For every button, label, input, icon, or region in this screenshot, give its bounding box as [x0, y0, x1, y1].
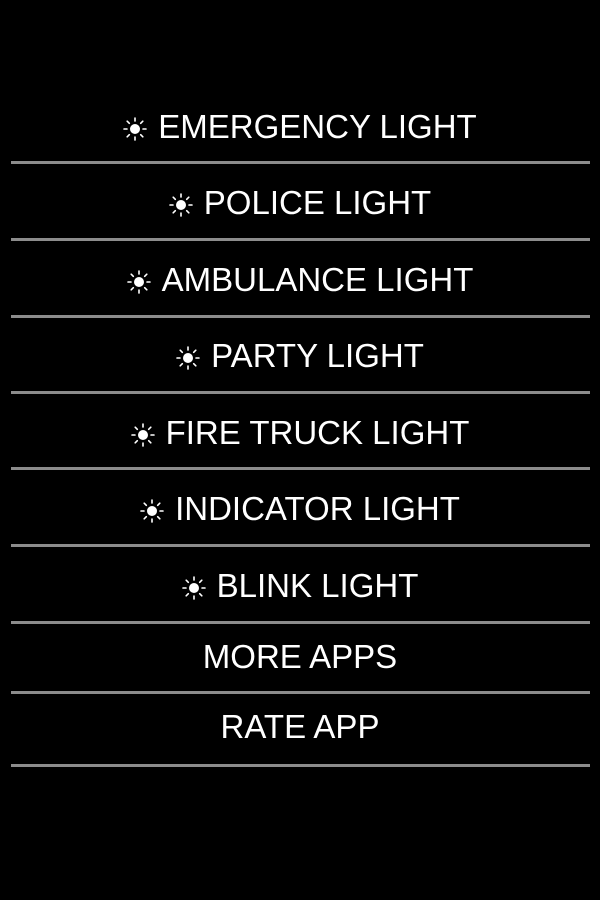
light-bulb-icon — [176, 346, 200, 370]
menu-item-label: INDICATOR LIGHT — [175, 490, 460, 527]
divider — [11, 467, 590, 470]
menu-item-fire-truck-light[interactable]: FIRE TRUCK LIGHT — [0, 408, 600, 458]
menu-item-emergency-light[interactable]: EMERGENCY LIGHT — [0, 102, 600, 152]
menu-item-blink-light[interactable]: BLINK LIGHT — [0, 561, 600, 611]
divider — [11, 315, 590, 318]
divider — [11, 544, 590, 547]
menu-item-party-light[interactable]: PARTY LIGHT — [0, 331, 600, 381]
light-bulb-icon — [168, 193, 193, 217]
menu-item-more-apps[interactable]: MORE APPS — [0, 632, 600, 682]
menu-item-ambulance-light[interactable]: AMBULANCE LIGHT — [0, 255, 600, 305]
light-bulb-icon — [181, 576, 206, 600]
menu-item-label: PARTY LIGHT — [211, 337, 424, 374]
menu-item-police-light[interactable]: POLICE LIGHT — [0, 178, 600, 228]
light-bulb-icon — [140, 499, 164, 523]
menu-item-label: FIRE TRUCK LIGHT — [165, 414, 470, 451]
light-bulb-icon — [126, 270, 151, 294]
menu-item-label: AMBULANCE LIGHT — [161, 261, 474, 298]
menu-item-label: RATE APP — [220, 708, 380, 745]
light-bulb-icon — [130, 423, 155, 447]
menu-item-label: EMERGENCY LIGHT — [158, 108, 477, 145]
menu-item-rate-app[interactable]: RATE APP — [0, 702, 600, 752]
menu-item-label: BLINK LIGHT — [216, 567, 419, 604]
divider — [11, 238, 590, 241]
menu-item-indicator-light[interactable]: INDICATOR LIGHT — [0, 484, 600, 534]
light-bulb-icon — [123, 117, 148, 141]
divider — [11, 161, 590, 164]
divider — [11, 764, 590, 767]
menu-item-label: POLICE LIGHT — [203, 184, 432, 221]
menu-item-label: MORE APPS — [202, 638, 398, 675]
divider — [11, 391, 590, 394]
divider — [11, 691, 590, 694]
divider — [11, 621, 590, 624]
